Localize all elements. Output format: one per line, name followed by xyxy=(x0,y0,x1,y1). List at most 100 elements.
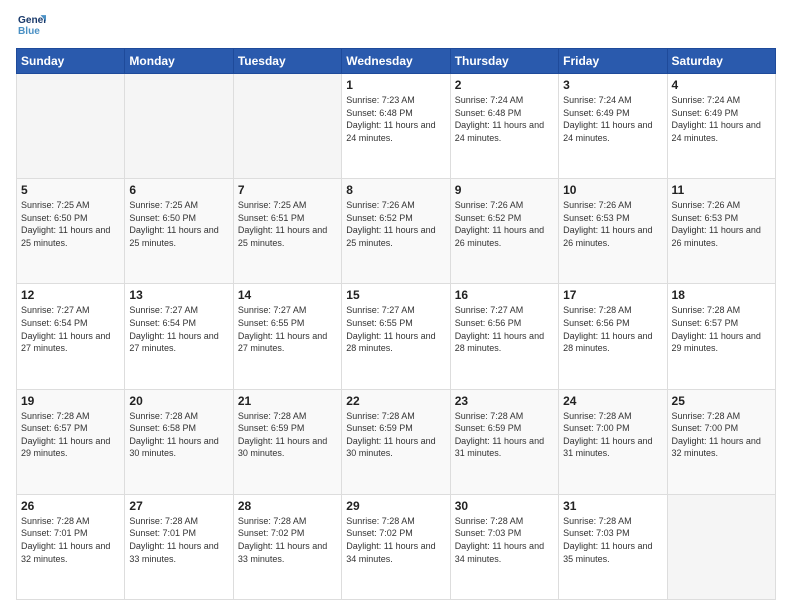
day-info: Sunrise: 7:28 AM Sunset: 7:03 PM Dayligh… xyxy=(563,515,662,565)
weekday-header-saturday: Saturday xyxy=(667,49,775,74)
calendar-cell: 26 Sunrise: 7:28 AM Sunset: 7:01 PM Dayli… xyxy=(17,494,125,599)
day-number: 26 xyxy=(21,499,120,513)
calendar-cell: 31 Sunrise: 7:28 AM Sunset: 7:03 PM Dayli… xyxy=(559,494,667,599)
calendar-cell: 5Sunrise: 7:25 AM Sunset: 6:50 PM Daylig… xyxy=(17,179,125,284)
calendar-cell: 7 Sunrise: 7:25 AM Sunset: 6:51 PM Daylig… xyxy=(233,179,341,284)
calendar-cell: 24Sunrise: 7:28 AM Sunset: 7:00 PM Dayli… xyxy=(559,389,667,494)
day-number: 22 xyxy=(346,394,445,408)
day-info: Sunrise: 7:27 AM Sunset: 6:54 PM Dayligh… xyxy=(21,304,120,354)
day-info: Sunrise: 7:24 AM Sunset: 6:49 PM Dayligh… xyxy=(563,94,662,144)
day-number: 27 xyxy=(129,499,228,513)
calendar-cell: 9Sunrise: 7:26 AM Sunset: 6:52 PM Daylig… xyxy=(450,179,558,284)
day-number: 13 xyxy=(129,288,228,302)
calendar-cell: 30Sunrise: 7:28 AM Sunset: 7:03 PM Dayli… xyxy=(450,494,558,599)
day-info: Sunrise: 7:28 AM Sunset: 6:57 PM Dayligh… xyxy=(672,304,771,354)
page: GeneralBlue SundayMondayTuesdayWednesday… xyxy=(0,0,792,612)
logo-icon: GeneralBlue xyxy=(18,12,46,40)
calendar-cell: 27 Sunrise: 7:28 AM Sunset: 7:01 PM Dayli… xyxy=(125,494,233,599)
day-info: Sunrise: 7:28 AM Sunset: 6:56 PM Dayligh… xyxy=(563,304,662,354)
calendar-cell: 17 Sunrise: 7:28 AM Sunset: 6:56 PM Dayli… xyxy=(559,284,667,389)
calendar-cell: 8 Sunrise: 7:26 AM Sunset: 6:52 PM Daylig… xyxy=(342,179,450,284)
day-info: Sunrise: 7:28 AM Sunset: 7:01 PM Dayligh… xyxy=(21,515,120,565)
day-info: Sunrise: 7:26 AM Sunset: 6:53 PM Dayligh… xyxy=(563,199,662,249)
day-info: Sunrise: 7:25 AM Sunset: 6:51 PM Dayligh… xyxy=(238,199,337,249)
day-number: 10 xyxy=(563,183,662,197)
calendar-cell: 25 Sunrise: 7:28 AM Sunset: 7:00 PM Dayli… xyxy=(667,389,775,494)
day-number: 15 xyxy=(346,288,445,302)
day-info: Sunrise: 7:27 AM Sunset: 6:55 PM Dayligh… xyxy=(346,304,445,354)
svg-text:Blue: Blue xyxy=(18,26,40,37)
day-info: Sunrise: 7:26 AM Sunset: 6:53 PM Dayligh… xyxy=(672,199,771,249)
day-number: 3 xyxy=(563,78,662,92)
weekday-header-friday: Friday xyxy=(559,49,667,74)
day-number: 12 xyxy=(21,288,120,302)
day-info: Sunrise: 7:23 AM Sunset: 6:48 PM Dayligh… xyxy=(346,94,445,144)
day-number: 6 xyxy=(129,183,228,197)
calendar-cell: 10 Sunrise: 7:26 AM Sunset: 6:53 PM Dayli… xyxy=(559,179,667,284)
header: GeneralBlue xyxy=(16,12,776,40)
day-number: 28 xyxy=(238,499,337,513)
calendar-cell xyxy=(233,74,341,179)
calendar-cell: 3 Sunrise: 7:24 AM Sunset: 6:49 PM Daylig… xyxy=(559,74,667,179)
week-row-5: 26 Sunrise: 7:28 AM Sunset: 7:01 PM Dayli… xyxy=(17,494,776,599)
svg-text:General: General xyxy=(18,15,46,26)
day-info: Sunrise: 7:28 AM Sunset: 6:57 PM Dayligh… xyxy=(21,410,120,460)
day-info: Sunrise: 7:28 AM Sunset: 7:02 PM Dayligh… xyxy=(238,515,337,565)
day-number: 8 xyxy=(346,183,445,197)
logo: GeneralBlue xyxy=(16,12,46,40)
calendar-cell: 22 Sunrise: 7:28 AM Sunset: 6:59 PM Dayli… xyxy=(342,389,450,494)
day-info: Sunrise: 7:27 AM Sunset: 6:55 PM Dayligh… xyxy=(238,304,337,354)
calendar-cell xyxy=(17,74,125,179)
calendar-cell: 18 Sunrise: 7:28 AM Sunset: 6:57 PM Dayli… xyxy=(667,284,775,389)
day-number: 2 xyxy=(455,78,554,92)
calendar-cell: 14Sunrise: 7:27 AM Sunset: 6:55 PM Dayli… xyxy=(233,284,341,389)
calendar-table: SundayMondayTuesdayWednesdayThursdayFrid… xyxy=(16,48,776,600)
weekday-header-monday: Monday xyxy=(125,49,233,74)
calendar-cell: 4Sunrise: 7:24 AM Sunset: 6:49 PM Daylig… xyxy=(667,74,775,179)
calendar-cell xyxy=(125,74,233,179)
calendar-cell: 28 Sunrise: 7:28 AM Sunset: 7:02 PM Dayli… xyxy=(233,494,341,599)
day-info: Sunrise: 7:28 AM Sunset: 7:01 PM Dayligh… xyxy=(129,515,228,565)
weekday-header-row: SundayMondayTuesdayWednesdayThursdayFrid… xyxy=(17,49,776,74)
calendar-cell: 6Sunrise: 7:25 AM Sunset: 6:50 PM Daylig… xyxy=(125,179,233,284)
day-info: Sunrise: 7:27 AM Sunset: 6:56 PM Dayligh… xyxy=(455,304,554,354)
day-number: 31 xyxy=(563,499,662,513)
day-number: 21 xyxy=(238,394,337,408)
calendar-cell: 19 Sunrise: 7:28 AM Sunset: 6:57 PM Dayli… xyxy=(17,389,125,494)
calendar-cell xyxy=(667,494,775,599)
week-row-1: 1 Sunrise: 7:23 AM Sunset: 6:48 PM Daylig… xyxy=(17,74,776,179)
day-number: 25 xyxy=(672,394,771,408)
day-number: 1 xyxy=(346,78,445,92)
day-number: 16 xyxy=(455,288,554,302)
calendar-cell: 12 Sunrise: 7:27 AM Sunset: 6:54 PM Dayli… xyxy=(17,284,125,389)
day-number: 17 xyxy=(563,288,662,302)
day-number: 29 xyxy=(346,499,445,513)
weekday-header-thursday: Thursday xyxy=(450,49,558,74)
day-info: Sunrise: 7:27 AM Sunset: 6:54 PM Dayligh… xyxy=(129,304,228,354)
calendar-cell: 21Sunrise: 7:28 AM Sunset: 6:59 PM Dayli… xyxy=(233,389,341,494)
calendar-cell: 16 Sunrise: 7:27 AM Sunset: 6:56 PM Dayli… xyxy=(450,284,558,389)
day-info: Sunrise: 7:26 AM Sunset: 6:52 PM Dayligh… xyxy=(346,199,445,249)
day-number: 7 xyxy=(238,183,337,197)
day-info: Sunrise: 7:28 AM Sunset: 7:03 PM Dayligh… xyxy=(455,515,554,565)
calendar-cell: 20 Sunrise: 7:28 AM Sunset: 6:58 PM Dayli… xyxy=(125,389,233,494)
day-info: Sunrise: 7:24 AM Sunset: 6:48 PM Dayligh… xyxy=(455,94,554,144)
day-number: 20 xyxy=(129,394,228,408)
calendar-cell: 29 Sunrise: 7:28 AM Sunset: 7:02 PM Dayli… xyxy=(342,494,450,599)
day-info: Sunrise: 7:28 AM Sunset: 7:02 PM Dayligh… xyxy=(346,515,445,565)
day-info: Sunrise: 7:28 AM Sunset: 6:59 PM Dayligh… xyxy=(346,410,445,460)
day-number: 19 xyxy=(21,394,120,408)
calendar-cell: 11Sunrise: 7:26 AM Sunset: 6:53 PM Dayli… xyxy=(667,179,775,284)
day-info: Sunrise: 7:28 AM Sunset: 7:00 PM Dayligh… xyxy=(563,410,662,460)
day-number: 18 xyxy=(672,288,771,302)
day-number: 23 xyxy=(455,394,554,408)
day-info: Sunrise: 7:28 AM Sunset: 6:58 PM Dayligh… xyxy=(129,410,228,460)
day-info: Sunrise: 7:28 AM Sunset: 7:00 PM Dayligh… xyxy=(672,410,771,460)
calendar-cell: 2 Sunrise: 7:24 AM Sunset: 6:48 PM Daylig… xyxy=(450,74,558,179)
calendar-cell: 1 Sunrise: 7:23 AM Sunset: 6:48 PM Daylig… xyxy=(342,74,450,179)
weekday-header-wednesday: Wednesday xyxy=(342,49,450,74)
calendar-cell: 15 Sunrise: 7:27 AM Sunset: 6:55 PM Dayli… xyxy=(342,284,450,389)
week-row-4: 19 Sunrise: 7:28 AM Sunset: 6:57 PM Dayli… xyxy=(17,389,776,494)
week-row-2: 5Sunrise: 7:25 AM Sunset: 6:50 PM Daylig… xyxy=(17,179,776,284)
day-number: 4 xyxy=(672,78,771,92)
